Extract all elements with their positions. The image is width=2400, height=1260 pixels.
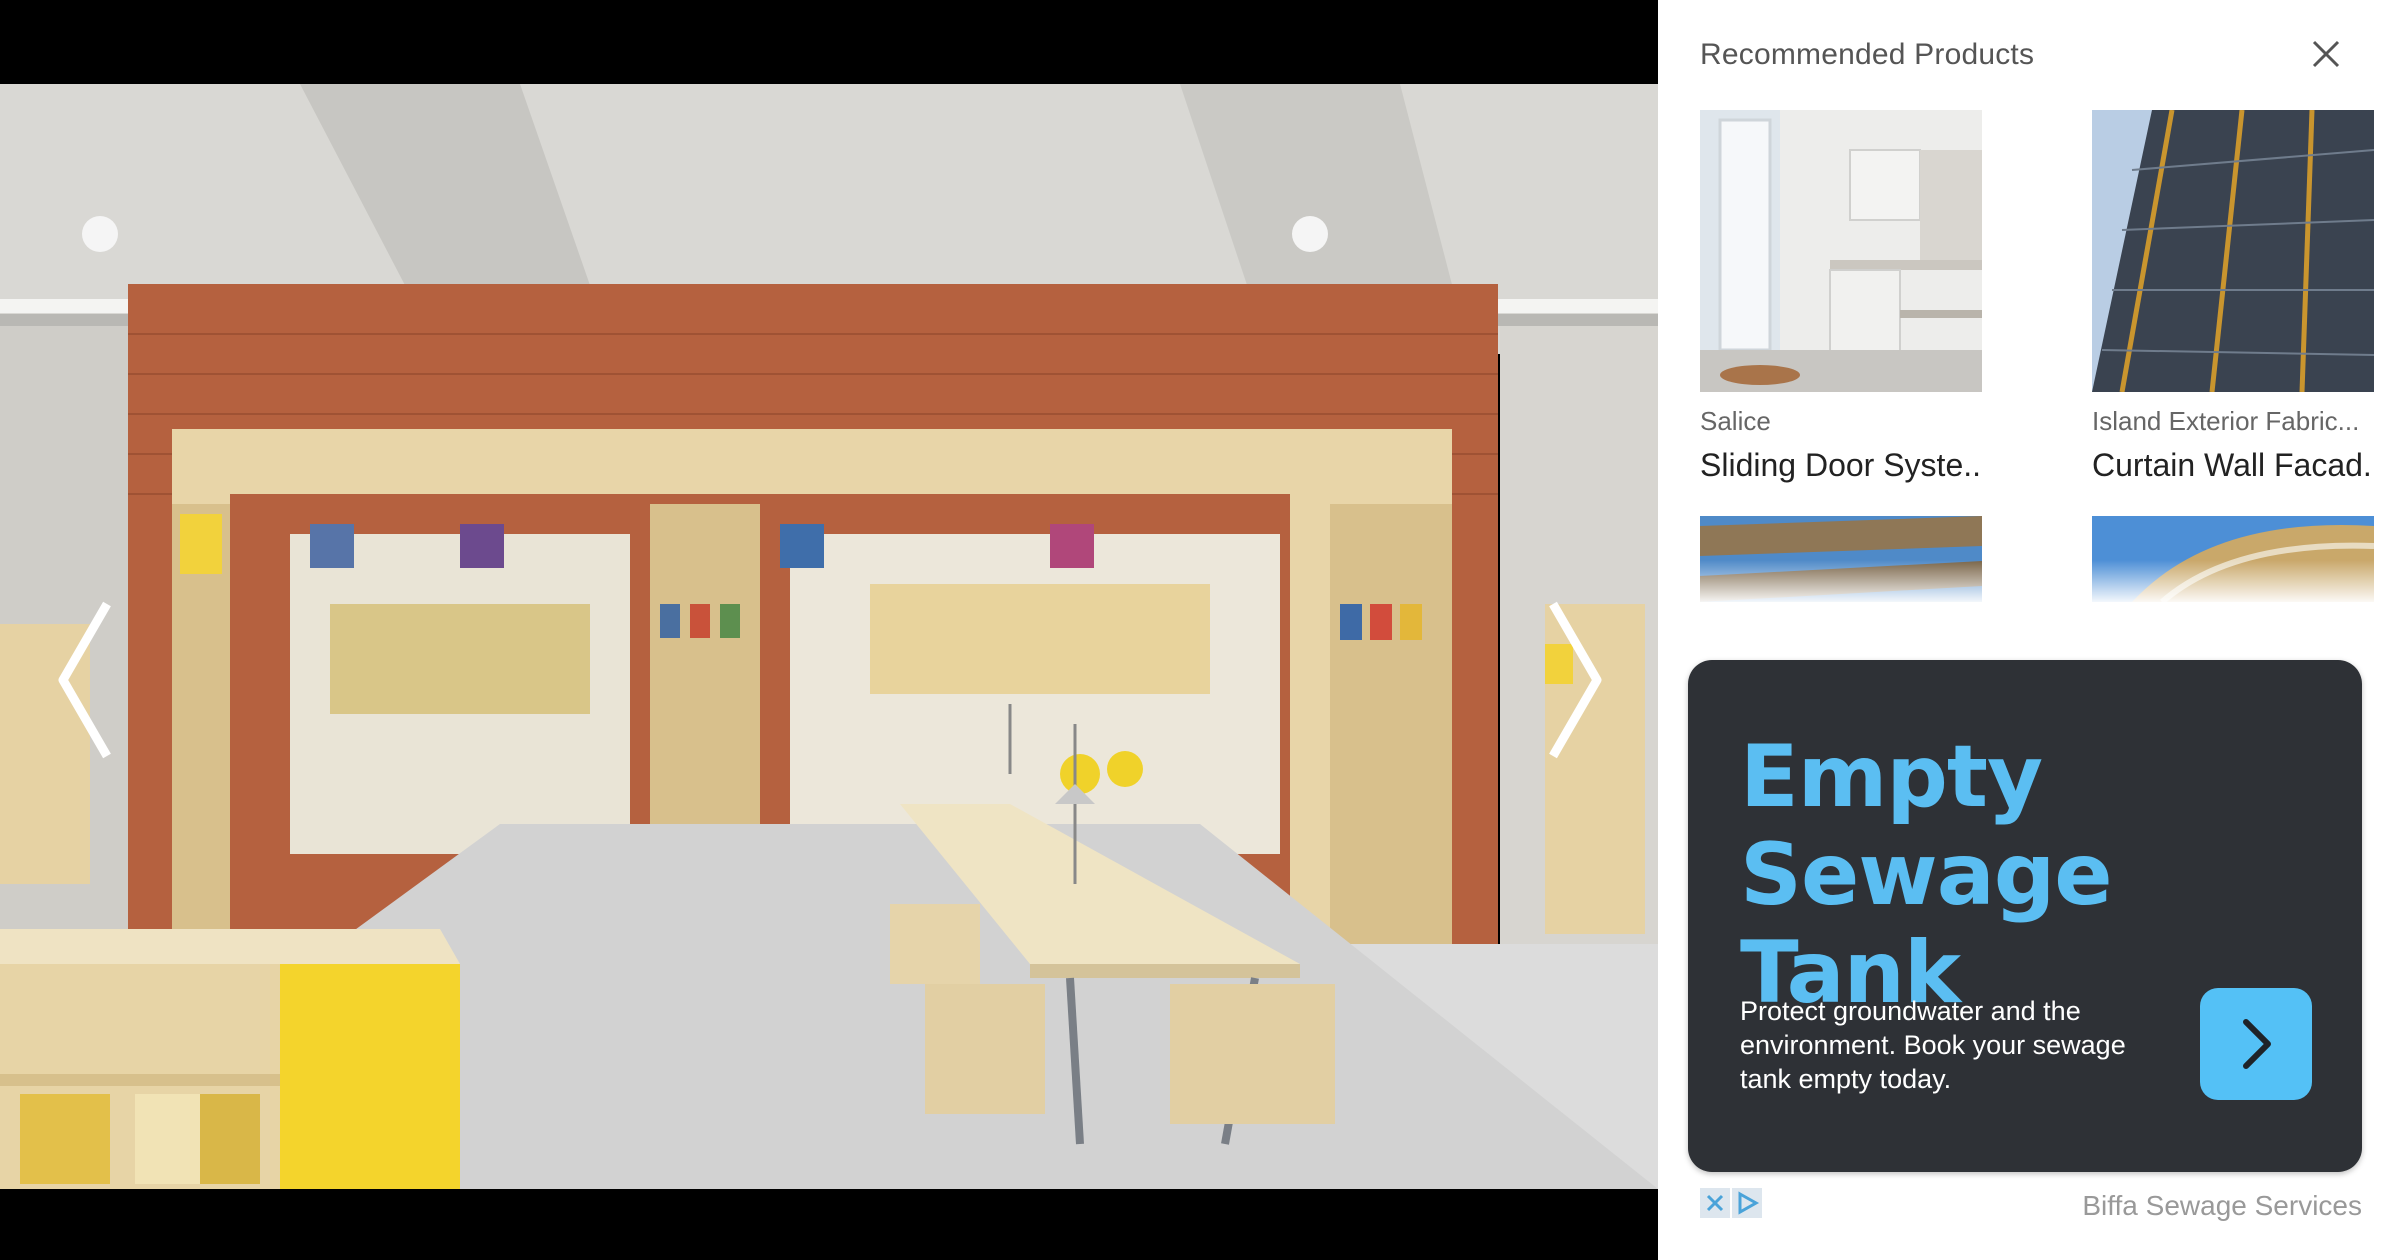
next-photo-button[interactable] bbox=[1530, 590, 1620, 770]
ad-body-text: Protect groundwater and the environment.… bbox=[1740, 996, 2126, 1094]
product-card[interactable]: Island Exterior Fabric... Curtain Wall F… bbox=[2092, 110, 2374, 484]
curtain-wall-photo bbox=[2092, 110, 2374, 392]
adchoices-button[interactable] bbox=[1700, 1188, 1762, 1220]
chevron-right-icon bbox=[2243, 1019, 2271, 1069]
previous-photo-button[interactable] bbox=[40, 590, 130, 770]
product-thumbnail[interactable] bbox=[1700, 110, 1982, 392]
close-icon bbox=[2312, 40, 2340, 68]
product-name[interactable]: Curtain Wall Facad... bbox=[2092, 447, 2374, 484]
ad-headline-line1: Empty bbox=[1740, 727, 2043, 827]
product-card[interactable]: Salice Sliding Door Syste... bbox=[1700, 110, 1982, 484]
product-name[interactable]: Sliding Door Syste... bbox=[1700, 447, 1982, 484]
panel-title: Recommended Products bbox=[1700, 38, 2035, 71]
ad-sponsor[interactable]: Biffa Sewage Services bbox=[2000, 1190, 2362, 1222]
ad-cta-button[interactable] bbox=[2200, 988, 2312, 1100]
ad-headline: Empty Sewage Tank bbox=[1740, 728, 2340, 1022]
sliding-door-photo bbox=[1700, 110, 1982, 392]
photo-illustration bbox=[0, 84, 1658, 1189]
product-brand: Salice bbox=[1700, 406, 1771, 436]
chevron-right-icon bbox=[1549, 601, 1602, 759]
product-thumbnail[interactable] bbox=[2092, 110, 2374, 392]
list-fade bbox=[1658, 560, 2400, 605]
photo-viewer bbox=[0, 0, 1658, 1260]
close-button[interactable] bbox=[2308, 36, 2344, 72]
chevron-left-icon bbox=[58, 601, 111, 759]
adchoices-icon bbox=[1700, 1188, 1762, 1218]
product-brand: Island Exterior Fabric... bbox=[2092, 406, 2360, 436]
ad-card[interactable]: Empty Sewage Tank Protect groundwater an… bbox=[1688, 660, 2362, 1172]
library-interior-photo bbox=[0, 84, 1658, 1189]
